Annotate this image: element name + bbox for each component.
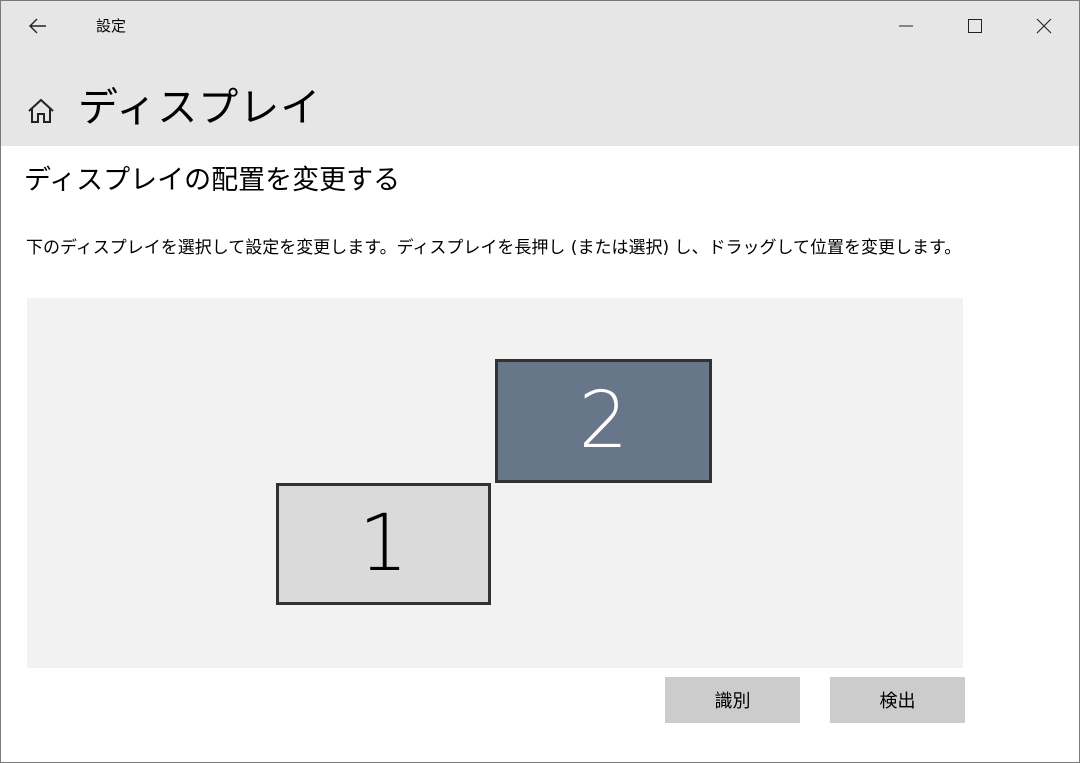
back-arrow-icon — [29, 18, 46, 34]
home-icon — [28, 98, 54, 123]
close-button[interactable] — [1010, 1, 1078, 51]
identify-button[interactable]: 識別 — [665, 677, 800, 723]
page-title: ディスプレイ — [78, 85, 322, 131]
monitor-1-label: 1 — [358, 499, 409, 589]
display-arrangement-area[interactable]: 1 2 — [27, 298, 963, 668]
minimize-button[interactable] — [872, 1, 940, 51]
app-title: 設定 — [96, 17, 127, 35]
monitor-2-selected[interactable]: 2 — [495, 359, 712, 483]
section-title: ディスプレイの配置を変更する — [24, 165, 401, 196]
detect-button[interactable]: 検出 — [830, 677, 965, 723]
minimize-icon — [899, 25, 913, 27]
home-button[interactable] — [25, 95, 57, 127]
maximize-button[interactable] — [941, 1, 1009, 51]
title-bar: 設定 ディスプレイ — [1, 1, 1079, 146]
close-icon — [1036, 18, 1052, 34]
back-button[interactable] — [21, 9, 55, 43]
monitor-2-label: 2 — [578, 376, 629, 466]
settings-window: 設定 ディスプレイ ディスプレイの配置を変更する 下のディスプレイを選択して設定… — [0, 0, 1080, 763]
maximize-icon — [968, 19, 982, 33]
monitor-1[interactable]: 1 — [276, 483, 491, 605]
arrangement-description: 下のディスプレイを選択して設定を変更します。ディスプレイを長押し (または選択)… — [26, 238, 962, 258]
